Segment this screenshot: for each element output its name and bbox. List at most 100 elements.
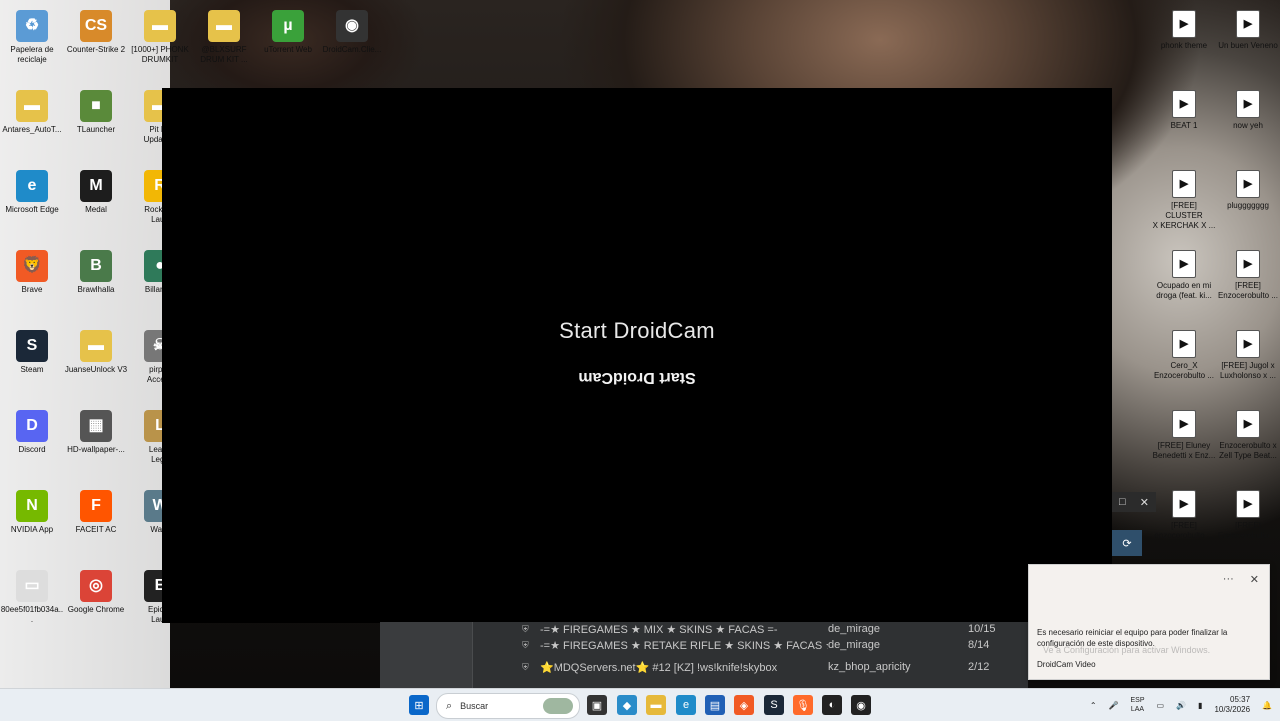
desktop-icon-medal[interactable]: M Medal: [64, 166, 128, 240]
juansesunlock-icon: ▬: [80, 330, 112, 362]
edge-taskbar-icon[interactable]: e: [676, 695, 696, 715]
desktop-icon-microsoft-edge[interactable]: e Microsoft Edge: [0, 166, 64, 240]
desktop-icon-label-2: reciclaje: [17, 55, 47, 64]
antares-icon: ▬: [16, 90, 48, 122]
desktop-icon-label: [FREE]: [1235, 281, 1261, 290]
desktop-icon-utorrent[interactable]: µ uTorrent Web: [256, 6, 320, 80]
desktop-media-file[interactable]: ▶ Cero_X Enzocerobulto ...: [1152, 326, 1216, 400]
desktop-icon-discord[interactable]: D Discord: [0, 406, 64, 480]
desktop-icon-label: [FREE] CLUSTER: [1165, 201, 1203, 220]
desktop-icon-google-chrome[interactable]: ◎ Google Chrome: [64, 566, 128, 640]
refresh-button[interactable]: ⟳: [1112, 530, 1142, 556]
desktop-media-file[interactable]: ▶ Enzocerobulto x Zell Type Beat...: [1216, 406, 1280, 480]
system-tray: ⌃ 🎤 ESP LAA ▭ 🔊 ▮ 05:37 10/3/2026 🔔: [1090, 693, 1272, 717]
medal-icon: M: [80, 170, 112, 202]
desktop-icon-steam[interactable]: S Steam: [0, 326, 64, 400]
media-file-icon: ▶: [1236, 10, 1260, 38]
media-file-icon: ▶: [1172, 410, 1196, 438]
google-chrome-icon: ◎: [80, 570, 112, 602]
store-icon[interactable]: ▤: [705, 695, 725, 715]
desktop-icon-label-2: enzocerobulto ...: [1154, 531, 1214, 540]
language-indicator[interactable]: ESP LAA: [1130, 696, 1144, 714]
clock-time: 05:37: [1230, 695, 1251, 704]
battery-icon[interactable]: ▮: [1198, 701, 1202, 710]
server-map: de_mirage: [828, 639, 880, 651]
desktop-icon-hd-wallpaper[interactable]: ▦ HD-wallpaper-...: [64, 406, 128, 480]
desktop-icon-label: Ocupado en mi: [1156, 281, 1212, 290]
desktop-media-file[interactable]: ▶ [FREE] enzocerobulto ...: [1152, 486, 1216, 560]
desktop-media-file[interactable]: ▶ [FREE] CLUSTER X KERCHAK X ...: [1152, 166, 1216, 240]
media-file-icon: ▶: [1172, 490, 1196, 518]
server-players: 2/12: [968, 661, 990, 673]
side-window-controls: □ ✕: [1112, 492, 1156, 512]
droidcam-window[interactable]: Start DroidCam Start DroidCam: [162, 88, 1112, 623]
steam-taskbar-icon[interactable]: S: [764, 695, 784, 715]
microphone-app-icon[interactable]: 🎙: [793, 695, 813, 715]
droidcam-client-icon: ◉: [336, 10, 368, 42]
desktop-icon-label: phonk theme: [1160, 41, 1208, 50]
desktop-media-file[interactable]: ▶ BEAT 1: [1152, 86, 1216, 160]
desktop-icon-label: [FREE]: [1171, 521, 1197, 530]
desktop-icon-faceit-ac[interactable]: F FACEIT AC: [64, 486, 128, 560]
desktop-media-file[interactable]: ▶ Ocupado en mi droga (feat. ki...: [1152, 246, 1216, 320]
server-row[interactable]: ⛨ ⭐MDQServers.net⭐ #12 [KZ] !ws!knife!sky…: [522, 657, 1022, 677]
notification-toast[interactable]: ··· ✕ Es necesario reiniciar el equipo p…: [1028, 564, 1270, 680]
desktop-icon-label: Un buen Veneno: [1218, 41, 1278, 50]
server-players: 10/15: [968, 623, 996, 635]
desktop-media-file[interactable]: ▶ [FREE] Enzocerobulto ...: [1216, 246, 1280, 320]
chevron-up-icon[interactable]: ⌃: [1090, 701, 1097, 710]
task-view-icon[interactable]: ▣: [587, 695, 607, 715]
clock[interactable]: 05:37 10/3/2026: [1214, 695, 1250, 715]
desktop-icon-droidcam-client[interactable]: ◉ DroidCam.Clie...: [320, 6, 384, 80]
desktop-icon-juansesunlock[interactable]: ▬ JuanseUnlock V3: [64, 326, 128, 400]
desktop-icon-recycle-bin[interactable]: ♻ Papelera de reciclaje: [0, 6, 64, 80]
brave-icon: 🦁: [16, 250, 48, 282]
desktop-media-file[interactable]: ▶ [FREE] Enzocerobulto ...: [1216, 486, 1280, 560]
desktop-icon-tlauncher[interactable]: ■ TLauncher: [64, 86, 128, 160]
desktop-icon-brawlhalla[interactable]: B Brawlhalla: [64, 246, 128, 320]
desktop-media-file[interactable]: ▶ now yeh: [1216, 86, 1280, 160]
droidcam-start-title[interactable]: Start DroidCam: [162, 318, 1112, 344]
notification-bell-icon[interactable]: 🔔: [1262, 701, 1272, 710]
desktop-icon-counter-strike[interactable]: CS Counter-Strike 2: [64, 6, 128, 80]
desktop-media-file[interactable]: ▶ pluggggggg: [1216, 166, 1280, 240]
taskbar-search[interactable]: ⌕ Buscar: [436, 693, 580, 719]
desktop-icon-label-2: Luxholonso x ...: [1219, 371, 1277, 380]
desktop-media-file[interactable]: ▶ phonk theme: [1152, 6, 1216, 80]
desktop-icon-label: uTorrent Web: [264, 45, 312, 54]
desktop-icon-phonk-drumkit[interactable]: ▬ [1000+] PHONK DRUMKIT: [128, 6, 192, 80]
volume-icon[interactable]: 🔊: [1176, 701, 1186, 710]
server-browser-sidebar: [380, 622, 473, 688]
taskbar: ⊞ ⌕ Buscar ▣ ◆ ▬ e ▤ ◈ S 🎙 ◐ ◉ ⌃ 🎤 ESP L…: [0, 688, 1280, 721]
desktop-icon-label: now yeh: [1233, 121, 1263, 130]
microphone-tray-icon[interactable]: 🎤: [1109, 701, 1119, 710]
more-options-icon[interactable]: ···: [1223, 573, 1234, 586]
close-icon[interactable]: ✕: [1250, 573, 1259, 586]
server-name: ⭐MDQServers.net⭐ #12 [KZ] !ws!knife!skyb…: [540, 661, 778, 674]
desktop-icon-label: Antares_AutoT...: [2, 125, 62, 134]
maximize-icon[interactable]: □: [1119, 496, 1126, 508]
media-file-icon: ▶: [1236, 170, 1260, 198]
desktop-icon-image-file[interactable]: ▭ 80ee5f01fb034a...: [0, 566, 64, 640]
media-file-icon: ▶: [1172, 330, 1196, 358]
desktop-icon-nvidia-app[interactable]: N NVIDIA App: [0, 486, 64, 560]
windows-start-icon[interactable]: ⊞: [409, 695, 429, 715]
network-icon[interactable]: ▭: [1157, 701, 1165, 710]
desktop-icon-surf-drum-kit[interactable]: ▬ @BLXSURF DRUM KIT ...: [192, 6, 256, 80]
desktop-icon-label: [FREE] Eluney: [1157, 441, 1211, 450]
desktop-media-file[interactable]: ▶ Un buen Veneno: [1216, 6, 1280, 80]
droidcam-taskbar-icon[interactable]: ◉: [851, 695, 871, 715]
desktop-icon-brave[interactable]: 🦁 Brave: [0, 246, 64, 320]
close-icon[interactable]: ✕: [1140, 496, 1149, 509]
photos-app-icon[interactable]: ◆: [617, 695, 637, 715]
media-file-icon: ▶: [1236, 90, 1260, 118]
server-row[interactable]: ⛨ -=★ FIREGAMES ★ RETAKE RIFLE ★ SKINS ★ …: [522, 635, 1022, 655]
desktop-media-file[interactable]: ▶ [FREE] Eluney Benedetti x Enz...: [1152, 406, 1216, 480]
desktop-icon-label-2: Benedetti x Enz...: [1152, 451, 1216, 460]
desktop-icon-antares[interactable]: ▬ Antares_AutoT...: [0, 86, 64, 160]
surf-drum-kit-icon: ▬: [208, 10, 240, 42]
desktop-media-file[interactable]: ▶ [FREE] Jugol x Luxholonso x ...: [1216, 326, 1280, 400]
brave-taskbar-icon[interactable]: ◈: [734, 695, 754, 715]
file-explorer-icon[interactable]: ▬: [646, 695, 666, 715]
app-taskbar-icon[interactable]: ◐: [822, 695, 842, 715]
